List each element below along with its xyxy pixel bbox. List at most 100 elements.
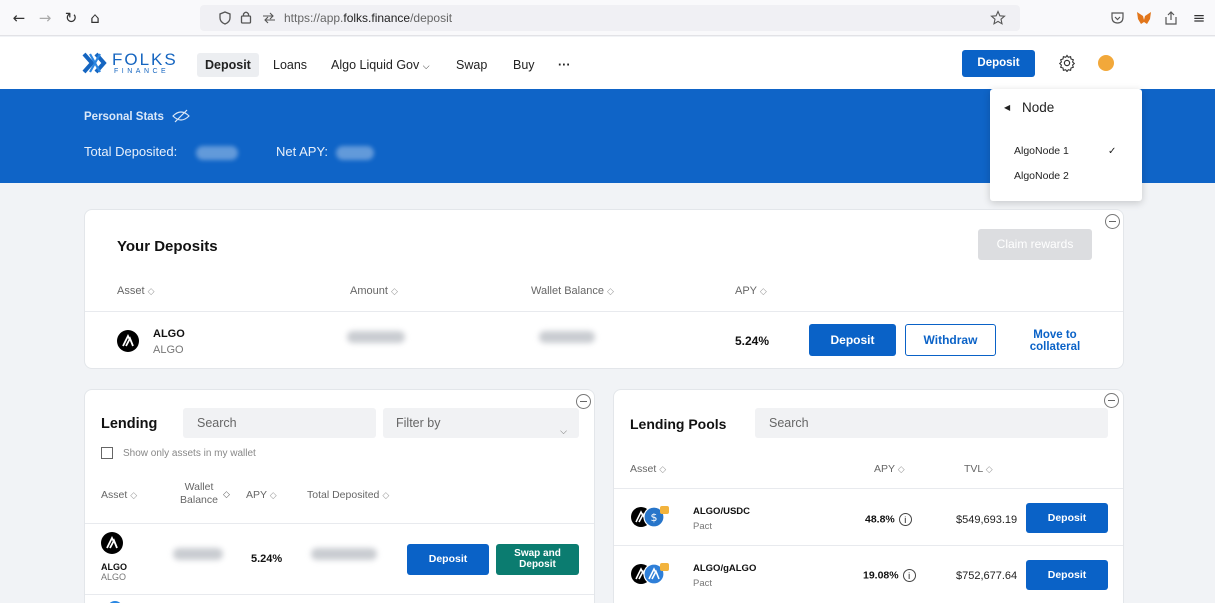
algo-galgo-pool-icon (631, 563, 669, 585)
sort-icon: ◇ (390, 286, 398, 296)
logo-mark-icon (82, 52, 107, 74)
home-icon[interactable]: ⌂ (86, 9, 104, 27)
column-header-wallet-balance[interactable]: Wallet Balance (173, 481, 225, 507)
nav-algo-liquid-gov[interactable]: Algo Liquid Gov ⌵ (323, 53, 438, 77)
sort-icon: ◇ (130, 490, 138, 500)
withdraw-button[interactable]: Withdraw (905, 324, 996, 356)
lock-icon[interactable] (240, 10, 252, 25)
sort-icon: ◇ (659, 464, 667, 474)
node-option-algonode-2[interactable]: AlgoNode 2 (1014, 170, 1069, 182)
column-header-asset[interactable]: Asset ◇ (117, 285, 155, 297)
lending-search-input[interactable]: Search (183, 408, 376, 438)
check-icon: ✓ (1108, 146, 1117, 157)
logo-subtext: FINANCE (114, 68, 170, 75)
share-icon[interactable] (1164, 10, 1178, 26)
sort-icon: ◇ (382, 490, 390, 500)
collapse-icon[interactable] (1104, 393, 1119, 408)
collapse-icon[interactable] (576, 394, 591, 409)
move-to-collateral-link[interactable]: Move to collateral (1015, 329, 1095, 353)
column-label: Asset (630, 463, 657, 475)
sort-icon[interactable]: ◇ (223, 489, 230, 500)
sort-icon: ◇ (897, 464, 905, 474)
column-header-apy[interactable]: APY ◇ (874, 463, 905, 475)
node-dropdown: ◀ Node AlgoNode 1 ✓ AlgoNode 2 (990, 89, 1142, 201)
back-triangle-icon[interactable]: ◀ (1004, 103, 1010, 112)
deposit-button[interactable]: Deposit (407, 544, 489, 575)
net-apy-value-hidden (336, 146, 374, 160)
column-header-asset[interactable]: Asset ◇ (630, 463, 666, 475)
column-header-wallet-balance[interactable]: Wallet Balance ◇ (531, 285, 614, 297)
metamask-icon[interactable] (1136, 10, 1152, 26)
more-icon[interactable]: ··· (550, 53, 579, 77)
lending-pools-card: Lending Pools Search Asset ◇ APY ◇ TVL ◇… (613, 389, 1124, 603)
total-deposited-value-hidden (196, 146, 238, 160)
column-header-apy[interactable]: APY ◇ (246, 489, 277, 501)
url-text[interactable]: https://app.folks.finance/deposit (284, 11, 452, 25)
pool-tvl: $549,693.19 (956, 514, 1018, 526)
eye-off-icon[interactable] (172, 109, 190, 123)
collapse-icon[interactable] (1105, 214, 1120, 229)
menu-icon[interactable]: ≡ (1190, 9, 1208, 27)
deposit-button[interactable]: Deposit (809, 324, 896, 356)
column-label: Wallet Balance (180, 481, 218, 506)
forward-icon[interactable]: → (36, 9, 54, 27)
pool-deposit-button[interactable]: Deposit (1026, 560, 1108, 590)
column-header-asset[interactable]: Asset ◇ (101, 489, 137, 501)
swap-and-deposit-button[interactable]: Swap and Deposit (496, 544, 579, 575)
column-label: APY (246, 489, 267, 501)
node-option-algonode-1[interactable]: AlgoNode 1 (1014, 145, 1069, 157)
header-deposit-button[interactable]: Deposit (962, 50, 1035, 77)
algo-usdc-pool-icon: $ (631, 506, 669, 528)
column-label: Asset (101, 489, 128, 501)
nav-loans[interactable]: Loans (265, 53, 315, 77)
wallet-balance-value-hidden (539, 331, 595, 343)
nav-swap[interactable]: Swap (448, 53, 495, 77)
column-header-apy[interactable]: APY ◇ (735, 285, 767, 297)
column-header-tvl[interactable]: TVL ◇ (964, 463, 993, 475)
info-icon[interactable]: i (902, 569, 916, 582)
wallet-assets-checkbox[interactable] (101, 447, 113, 459)
sort-icon: ◇ (269, 490, 277, 500)
divider (614, 545, 1123, 546)
filter-label: Filter by (396, 416, 441, 430)
info-icon[interactable]: i (898, 513, 912, 526)
svg-text:$: $ (651, 511, 658, 524)
divider (85, 523, 594, 524)
claim-rewards-button[interactable]: Claim rewards (978, 229, 1092, 260)
amount-value-hidden (347, 331, 405, 343)
column-header-amount[interactable]: Amount ◇ (350, 285, 398, 297)
permissions-icon[interactable] (262, 12, 276, 24)
sort-icon: ◇ (607, 286, 614, 296)
folks-logo[interactable]: FOLKS FINANCE (82, 50, 182, 76)
column-label: Total Deposited (307, 489, 380, 501)
asset-symbol: ALGO (101, 572, 127, 582)
lending-pools-title: Lending Pools (630, 416, 727, 432)
personal-stats-label: Personal Stats (84, 111, 164, 123)
lending-title: Lending (101, 416, 158, 432)
lending-pools-search-input[interactable]: Search (755, 408, 1108, 438)
pool-pair-name: ALGO/gALGO (693, 563, 757, 574)
bookmark-star-icon[interactable] (990, 10, 1006, 26)
back-icon[interactable]: ← (10, 9, 28, 27)
algo-logo-icon (117, 330, 139, 352)
reload-icon[interactable]: ↻ (62, 9, 80, 27)
wallet-avatar-icon[interactable] (1098, 55, 1114, 71)
app-header: FOLKS FINANCE Deposit Loans Algo Liquid … (0, 37, 1215, 89)
column-header-total-deposited[interactable]: Total Deposited ◇ (307, 489, 389, 501)
pool-platform: Pact (693, 521, 713, 532)
filter-select[interactable]: Filter by ⌵ (383, 408, 579, 438)
nav-buy[interactable]: Buy (505, 53, 543, 77)
shield-icon[interactable] (218, 11, 232, 25)
nav-deposit[interactable]: Deposit (197, 53, 259, 77)
your-deposits-title: Your Deposits (117, 238, 218, 255)
logo-text: FOLKS (112, 50, 178, 69)
pool-apy: 19.08% i (863, 569, 916, 582)
pool-apy: 48.8% i (865, 513, 912, 526)
wallet-balance-value-hidden (173, 548, 223, 560)
column-label: APY (874, 463, 895, 475)
pocket-icon[interactable] (1110, 11, 1125, 25)
lending-card: Lending Search Filter by ⌵ Show only ass… (84, 389, 595, 603)
pool-tvl: $752,677.64 (956, 570, 1018, 582)
gear-icon[interactable] (1058, 54, 1076, 72)
pool-deposit-button[interactable]: Deposit (1026, 503, 1108, 533)
